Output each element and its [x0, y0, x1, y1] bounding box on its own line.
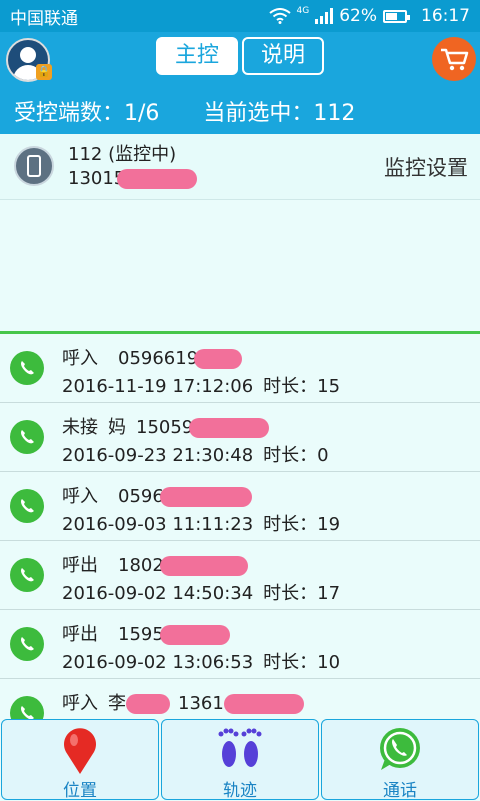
monitor-settings-button[interactable]: 监控设置: [384, 152, 468, 182]
device-number: 13015: [68, 168, 198, 189]
call-contact: 李: [108, 693, 126, 714]
device-name: 112 (监控中): [68, 144, 177, 165]
carrier-name: 中国联通: [10, 8, 78, 29]
empty-area: [0, 200, 480, 331]
whatsapp-icon: [10, 420, 44, 454]
mobile-device-icon: [14, 146, 54, 186]
list-item[interactable]: 呼入李 1361: [0, 679, 480, 719]
list-item[interactable]: 未接妈 15059 2016-09-23 21:30:48 时长：0: [0, 403, 480, 472]
whatsapp-icon: [10, 696, 44, 719]
call-log-list[interactable]: 呼入 0596619 2016-11-19 17:12:06 时长：15 未接妈 15…: [0, 334, 480, 719]
footprints-icon: [218, 728, 262, 767]
network-type-label: 4G: [296, 6, 310, 16]
shopping-cart-icon[interactable]: [432, 37, 476, 81]
clock: 16:17: [421, 6, 470, 26]
call-duration: 时长：0: [263, 445, 329, 466]
call-duration: 时长：10: [263, 652, 341, 673]
call-type: 未接: [62, 417, 98, 438]
call-number: 1802: [118, 555, 164, 576]
nav-location-button[interactable]: 位置: [1, 719, 159, 801]
call-number: 0596619: [118, 348, 199, 369]
list-item[interactable]: 呼出 1802 2016-09-02 14:50:34 时长：17: [0, 541, 480, 610]
call-number: 1361: [178, 693, 224, 714]
call-datetime: 2016-09-02 14:50:34: [62, 583, 254, 604]
signal-icon: [315, 8, 334, 24]
whatsapp-icon: [10, 627, 44, 661]
redaction-mark: [159, 625, 230, 645]
phone-call-icon: [380, 728, 420, 770]
call-number: 1595: [118, 624, 164, 645]
redaction-mark: [159, 556, 248, 576]
call-duration: 时长：15: [263, 376, 341, 397]
call-type: 呼出: [62, 555, 98, 576]
call-datetime: 2016-11-19 17:12:06: [62, 376, 254, 397]
lock-badge-icon: 🔒: [36, 64, 52, 80]
list-item[interactable]: 呼入 0596 2016-09-03 11:11:23 时长：19: [0, 472, 480, 541]
call-type: 呼出: [62, 624, 98, 645]
device-row[interactable]: 112 (监控中) 13015 监控设置: [0, 134, 480, 200]
call-contact: 妈: [108, 417, 126, 438]
redaction-mark: [126, 694, 170, 714]
redaction-mark: [189, 418, 270, 438]
call-datetime: 2016-09-03 11:11:23: [62, 514, 254, 535]
battery-icon: [383, 9, 410, 23]
selected-device-label: 当前选中：112: [203, 101, 356, 126]
call-type: 呼入: [62, 486, 98, 507]
call-type: 呼入: [62, 693, 98, 714]
nav-label: 位置: [63, 781, 97, 801]
header-tabs: 主控 说明: [156, 37, 324, 75]
call-number: 0596: [118, 486, 164, 507]
redaction-mark: [194, 349, 243, 369]
call-datetime: 2016-09-23 21:30:48: [62, 445, 254, 466]
tab-instructions[interactable]: 说明: [242, 37, 324, 75]
app-header: 🔒 主控 说明: [0, 32, 480, 88]
nav-label: 轨迹: [223, 781, 257, 801]
nav-label: 通话: [383, 781, 417, 801]
wifi-icon: [268, 8, 291, 24]
map-pin-icon: [64, 728, 96, 774]
whatsapp-icon: [10, 351, 44, 385]
call-duration: 时长：17: [263, 583, 341, 604]
call-duration: 时长：19: [263, 514, 341, 535]
controlled-count: 受控端数：1/6: [14, 101, 160, 126]
battery-percent: 62%: [339, 6, 377, 26]
info-bar: 受控端数：1/6 当前选中：112: [0, 88, 480, 134]
redaction-mark: [117, 169, 198, 189]
list-item[interactable]: 呼入 0596619 2016-11-19 17:12:06 时长：15: [0, 334, 480, 403]
nav-calls-button[interactable]: 通话: [321, 719, 479, 801]
redaction-mark: [223, 694, 304, 714]
call-type: 呼入: [62, 348, 98, 369]
list-item[interactable]: 呼出 1595 2016-09-02 13:06:53 时长：10: [0, 610, 480, 679]
status-bar: 中国联通 4G 62% 16:17: [0, 0, 480, 32]
tab-main-control[interactable]: 主控: [156, 37, 238, 75]
nav-track-button[interactable]: 轨迹: [161, 719, 319, 801]
call-number: 15059: [136, 417, 194, 438]
call-datetime: 2016-09-02 13:06:53: [62, 652, 254, 673]
bottom-nav: 位置 轨迹 通话: [0, 719, 480, 801]
redaction-mark: [159, 487, 252, 507]
status-icons: 4G 62% 16:17: [268, 6, 470, 26]
whatsapp-icon: [10, 558, 44, 592]
whatsapp-icon: [10, 489, 44, 523]
